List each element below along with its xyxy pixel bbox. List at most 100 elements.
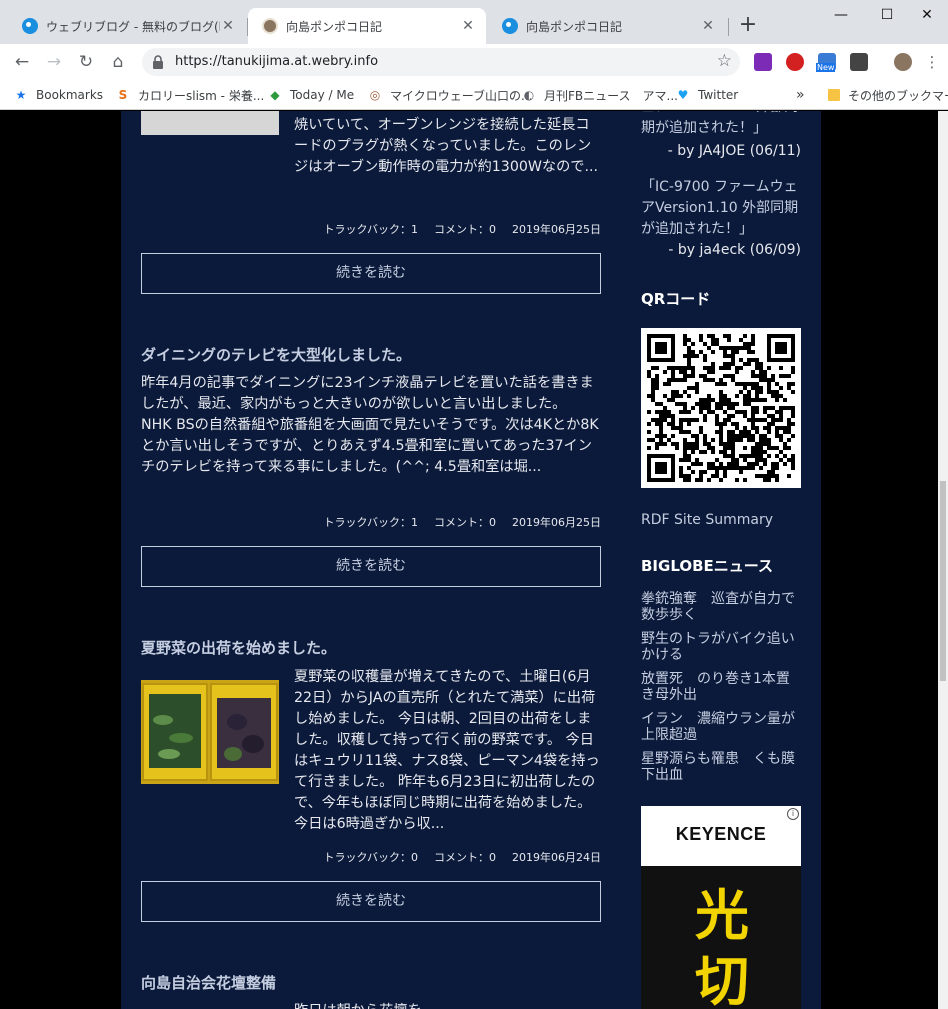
ad-info-icon[interactable]: i (787, 808, 799, 820)
url-text: https://tanukijima.at.webry.info (175, 54, 379, 69)
onenote-extension-icon[interactable] (754, 53, 772, 71)
tab-title: 向島ポンポコ日記 (526, 19, 623, 34)
post-meta: トラックバック：1 コメント：0 2019年06月25日 (308, 514, 601, 530)
read-more-button[interactable]: 続きを読む (141, 881, 601, 922)
reload-icon[interactable]: ↻ (72, 48, 100, 76)
ad-headline-char: 切 (695, 950, 749, 1009)
comment-author: - by ja4eck (06/09) (668, 242, 801, 258)
comment-author: - by JA4JOE (06/11) (667, 143, 801, 159)
tab-separator (728, 18, 729, 36)
circle-icon: ◎ (369, 88, 381, 102)
webry-bird-icon (502, 18, 518, 34)
tab-webry[interactable]: ウェブリブログ - 無料のブログ(blog)サービス ✕ (8, 8, 246, 44)
ad-brand: KEYENCE (675, 824, 767, 844)
post-thumbnail[interactable] (141, 111, 279, 135)
post-title[interactable]: 向島自治会花壇整備 (141, 972, 276, 993)
bookmark-label: カロリーslism - 栄養... (138, 88, 265, 103)
qr-heading: QRコード (641, 290, 711, 308)
lock-icon (153, 55, 163, 69)
vegetable-crates-image (141, 680, 279, 784)
trackback-link[interactable]: トラックバック：1 (324, 223, 418, 236)
post-excerpt: 夏野菜の収穫量が増えてきたので、土曜日(6月22日）からJAの直売所（とれたて満… (294, 669, 600, 832)
bookmark-label: Twitter (698, 88, 739, 102)
forward-icon[interactable]: → (40, 48, 68, 76)
profile-avatar-icon[interactable] (894, 53, 912, 71)
home-icon[interactable]: ⌂ (104, 48, 132, 76)
close-tab-icon[interactable]: ✕ (460, 18, 476, 34)
new-extension-icon[interactable]: New (816, 53, 836, 72)
post-meta: トラックバック：1 コメント：0 2019年06月25日 (308, 221, 601, 237)
news-item[interactable]: 野生のトラがバイク追いかける (641, 631, 801, 663)
bookmarks-overflow-button[interactable]: » (796, 86, 805, 104)
webry-bird-icon (22, 18, 38, 34)
bookmark-item[interactable]: ★ Bookmarks (14, 86, 103, 104)
trackback-link[interactable]: トラックバック：1 (324, 516, 418, 529)
bookmark-item[interactable]: ◐ 月刊FBニュース アマ... (522, 86, 678, 104)
address-bar[interactable]: https://tanukijima.at.webry.info ☆ (142, 48, 740, 76)
tanuki-avatar-icon (262, 18, 278, 34)
shield-extension-icon[interactable] (850, 53, 868, 71)
twitter-icon: ♥ (677, 88, 689, 102)
slism-icon: S (118, 88, 128, 102)
rdf-site-summary-link[interactable]: RDF Site Summary (641, 510, 773, 531)
back-icon[interactable]: ← (8, 48, 36, 76)
close-tab-icon[interactable]: ✕ (700, 18, 716, 34)
read-more-button[interactable]: 続きを読む (141, 546, 601, 587)
post-date: 2019年06月25日 (512, 223, 601, 236)
bookmark-item[interactable]: S カロリーslism - 栄養... (116, 86, 265, 104)
close-window-button[interactable]: ✕ (904, 0, 948, 30)
comment-link[interactable]: コメント：0 (434, 223, 496, 236)
bookmarks-bar: ★ Bookmarks S カロリーslism - 栄養... ◆ Today … (0, 80, 948, 110)
minimize-button[interactable]: — (818, 0, 864, 30)
other-bookmarks-folder[interactable]: その他のブックマーク (828, 86, 948, 104)
other-bookmarks-label: その他のブックマーク (848, 88, 948, 103)
recent-comment-link[interactable]: 「IC-9700 ファームウェアVersion1.10 外部同期が追加された！」 (641, 177, 801, 240)
bookmark-label: マイクロウェーブ山口の... (390, 88, 533, 103)
bookmark-item[interactable]: ◆ Today / Me (268, 86, 354, 104)
ad-headline-char: 光 (695, 884, 749, 947)
news-heading: BIGLOBEニュース (641, 557, 774, 575)
tab-title: ウェブリブログ - 無料のブログ(blog)サービス (46, 19, 220, 34)
post-excerpt: した。ちょうど家内がオーブンレンジでパンを焼いていて、オーブンレンジを接続した延… (294, 111, 599, 175)
qr-code-pattern (647, 334, 795, 482)
comment-link[interactable]: コメント：0 (434, 851, 496, 864)
page-scrollbar[interactable] (938, 111, 948, 1009)
ad-body: 光 切 (641, 866, 801, 1009)
tab-title: 向島ポンポコ日記 (286, 19, 383, 34)
post-title[interactable]: ダイニングのテレビを大型化しました。 (141, 344, 411, 365)
news-item[interactable]: 星野源らも罹患 くも膜下出血 (641, 751, 801, 783)
news-item[interactable]: イラン 濃縮ウラン量が上限超過 (641, 711, 801, 743)
post-title[interactable]: 夏野菜の出荷を始めました。 (141, 637, 336, 658)
bookmark-star-icon[interactable]: ☆ (717, 51, 732, 71)
news-item[interactable]: 拳銃強奪 巡査が自力で数歩歩く (641, 591, 801, 623)
close-tab-icon[interactable]: ✕ (220, 18, 236, 34)
post-excerpt: 昨日は朝から花壇を... (294, 1001, 601, 1009)
scrollbar-thumb[interactable] (940, 481, 946, 681)
recent-comment-link[interactable]: ェアVersion1.10 外部同期が追加された！」 (641, 111, 801, 139)
post-date: 2019年06月24日 (512, 851, 601, 864)
vegetable-photo[interactable] (141, 680, 279, 784)
read-more-button[interactable]: 続きを読む (141, 253, 601, 294)
new-tab-button[interactable]: + (734, 12, 762, 40)
bookmark-item[interactable]: ◎ マイクロウェーブ山口の... (368, 86, 533, 104)
page-viewport: した。ちょうど家内がオーブンレンジでパンを焼いていて、オーブンレンジを接続した延… (0, 111, 938, 1009)
qr-code-image (641, 328, 801, 488)
globe-icon: ◐ (523, 88, 535, 102)
bookmark-item[interactable]: ♥ Twitter (676, 86, 739, 104)
comment-link[interactable]: コメント：0 (434, 516, 496, 529)
keyence-ad-banner[interactable]: i KEYENCE 光 切 (641, 806, 801, 1009)
red-extension-icon[interactable] (786, 53, 804, 71)
post-meta: トラックバック：0 コメント：0 2019年06月24日 (308, 849, 601, 865)
star-icon: ★ (15, 88, 27, 102)
bookmark-label: Today / Me (290, 88, 355, 102)
tab-pompoko-active[interactable]: 向島ポンポコ日記 ✕ (248, 8, 486, 44)
trackback-link[interactable]: トラックバック：0 (324, 851, 418, 864)
news-item[interactable]: 放置死 のり巻き1本置き母外出 (641, 671, 801, 703)
diamond-icon: ◆ (270, 88, 280, 102)
tab-pompoko[interactable]: 向島ポンポコ日記 ✕ (488, 8, 726, 44)
post-excerpt: 昨年4月の記事でダイニングに23インチ液晶テレビを置いた話を書きましたが、最近、… (141, 375, 599, 475)
bookmark-label: Bookmarks (36, 88, 104, 102)
bookmark-label: 月刊FBニュース アマ... (544, 88, 678, 103)
menu-kebab-icon[interactable]: ⋮ (922, 48, 942, 76)
tab-strip: ウェブリブログ - 無料のブログ(blog)サービス ✕ 向島ポンポコ日記 ✕ … (0, 0, 948, 44)
